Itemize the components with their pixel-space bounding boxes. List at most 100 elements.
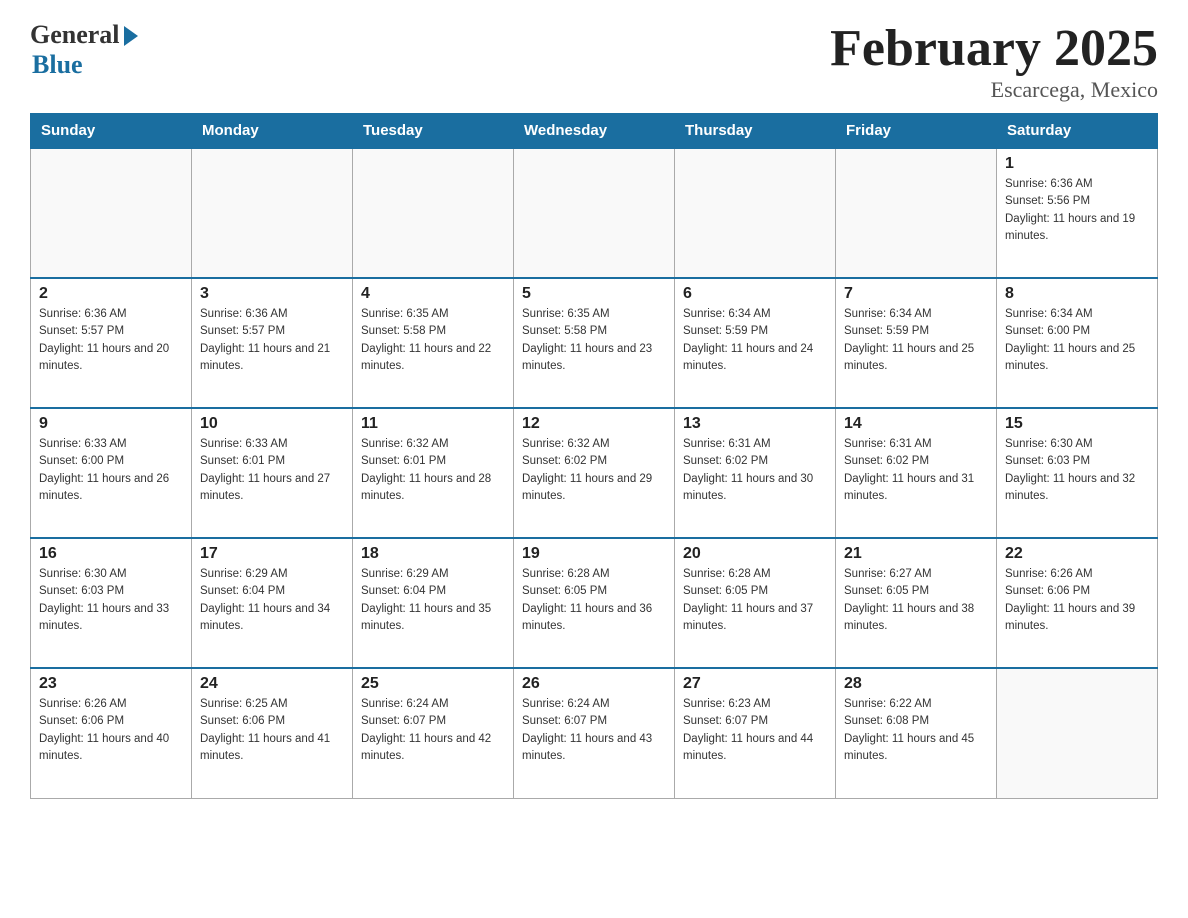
day-info: Sunrise: 6:36 AMSunset: 5:56 PMDaylight:…: [1005, 176, 1149, 245]
day-number: 27: [683, 675, 827, 693]
calendar-cell: 27 Sunrise: 6:23 AMSunset: 6:07 PMDayligh…: [675, 668, 836, 798]
day-number: 16: [39, 545, 183, 563]
day-number: 19: [522, 545, 666, 563]
calendar-cell: 12Sunrise: 6:32 AMSunset: 6:02 PMDayligh…: [514, 408, 675, 538]
day-info: Sunrise: 6:34 AMSunset: 6:00 PMDaylight:…: [1005, 306, 1149, 375]
day-info: Sunrise: 6:30 AMSunset: 6:03 PMDaylight:…: [39, 566, 183, 635]
day-number: 25: [361, 675, 505, 693]
day-number: 20: [683, 545, 827, 563]
day-number: 26: [522, 675, 666, 693]
logo-arrow-icon: [124, 26, 138, 46]
logo-blue-text: Blue: [32, 50, 83, 80]
column-header-tuesday: Tuesday: [353, 114, 514, 149]
week-row-1: 1 Sunrise: 6:36 AMSunset: 5:56 PMDaylight…: [31, 148, 1158, 278]
page-header: General Blue February 2025 Escarcega, Me…: [30, 20, 1158, 103]
column-header-thursday: Thursday: [675, 114, 836, 149]
day-number: 11: [361, 415, 505, 433]
day-info: Sunrise: 6:33 AMSunset: 6:00 PMDaylight:…: [39, 436, 183, 505]
calendar-cell: 23 Sunrise: 6:26 AMSunset: 6:06 PMDayligh…: [31, 668, 192, 798]
week-row-4: 16 Sunrise: 6:30 AMSunset: 6:03 PMDayligh…: [31, 538, 1158, 668]
calendar-cell: 26 Sunrise: 6:24 AMSunset: 6:07 PMDayligh…: [514, 668, 675, 798]
day-info: Sunrise: 6:32 AMSunset: 6:02 PMDaylight:…: [522, 436, 666, 505]
day-number: 2: [39, 285, 183, 303]
calendar-cell: 25 Sunrise: 6:24 AMSunset: 6:07 PMDayligh…: [353, 668, 514, 798]
day-number: 10: [200, 415, 344, 433]
calendar-cell: [836, 148, 997, 278]
day-number: 6: [683, 285, 827, 303]
calendar-cell: 1 Sunrise: 6:36 AMSunset: 5:56 PMDaylight…: [997, 148, 1158, 278]
day-info: Sunrise: 6:24 AMSunset: 6:07 PMDaylight:…: [522, 696, 666, 765]
day-info: Sunrise: 6:31 AMSunset: 6:02 PMDaylight:…: [844, 436, 988, 505]
day-info: Sunrise: 6:34 AMSunset: 5:59 PMDaylight:…: [683, 306, 827, 375]
calendar-cell: 24 Sunrise: 6:25 AMSunset: 6:06 PMDayligh…: [192, 668, 353, 798]
day-info: Sunrise: 6:26 AMSunset: 6:06 PMDaylight:…: [39, 696, 183, 765]
day-number: 15: [1005, 415, 1149, 433]
calendar-cell: 11 Sunrise: 6:32 AMSunset: 6:01 PMDayligh…: [353, 408, 514, 538]
day-info: Sunrise: 6:24 AMSunset: 6:07 PMDaylight:…: [361, 696, 505, 765]
day-info: Sunrise: 6:36 AMSunset: 5:57 PMDaylight:…: [200, 306, 344, 375]
day-number: 9: [39, 415, 183, 433]
day-number: 3: [200, 285, 344, 303]
calendar-cell: [514, 148, 675, 278]
day-number: 5: [522, 285, 666, 303]
day-info: Sunrise: 6:26 AMSunset: 6:06 PMDaylight:…: [1005, 566, 1149, 635]
calendar-cell: 7Sunrise: 6:34 AMSunset: 5:59 PMDaylight…: [836, 278, 997, 408]
day-info: Sunrise: 6:28 AMSunset: 6:05 PMDaylight:…: [683, 566, 827, 635]
day-info: Sunrise: 6:33 AMSunset: 6:01 PMDaylight:…: [200, 436, 344, 505]
day-info: Sunrise: 6:36 AMSunset: 5:57 PMDaylight:…: [39, 306, 183, 375]
calendar-cell: [31, 148, 192, 278]
calendar-cell: 4 Sunrise: 6:35 AMSunset: 5:58 PMDaylight…: [353, 278, 514, 408]
day-info: Sunrise: 6:28 AMSunset: 6:05 PMDaylight:…: [522, 566, 666, 635]
calendar-cell: 3 Sunrise: 6:36 AMSunset: 5:57 PMDaylight…: [192, 278, 353, 408]
calendar-cell: 15 Sunrise: 6:30 AMSunset: 6:03 PMDayligh…: [997, 408, 1158, 538]
day-info: Sunrise: 6:25 AMSunset: 6:06 PMDaylight:…: [200, 696, 344, 765]
day-info: Sunrise: 6:34 AMSunset: 5:59 PMDaylight:…: [844, 306, 988, 375]
calendar-cell: [353, 148, 514, 278]
calendar-cell: 8 Sunrise: 6:34 AMSunset: 6:00 PMDaylight…: [997, 278, 1158, 408]
column-header-monday: Monday: [192, 114, 353, 149]
location-text: Escarcega, Mexico: [830, 77, 1158, 103]
calendar-cell: 14 Sunrise: 6:31 AMSunset: 6:02 PMDayligh…: [836, 408, 997, 538]
day-number: 24: [200, 675, 344, 693]
week-row-3: 9 Sunrise: 6:33 AMSunset: 6:00 PMDaylight…: [31, 408, 1158, 538]
calendar-cell: 20 Sunrise: 6:28 AMSunset: 6:05 PMDayligh…: [675, 538, 836, 668]
calendar-cell: 9 Sunrise: 6:33 AMSunset: 6:00 PMDaylight…: [31, 408, 192, 538]
day-info: Sunrise: 6:23 AMSunset: 6:07 PMDaylight:…: [683, 696, 827, 765]
day-info: Sunrise: 6:35 AMSunset: 5:58 PMDaylight:…: [522, 306, 666, 375]
day-info: Sunrise: 6:35 AMSunset: 5:58 PMDaylight:…: [361, 306, 505, 375]
calendar-cell: 13 Sunrise: 6:31 AMSunset: 6:02 PMDayligh…: [675, 408, 836, 538]
column-header-sunday: Sunday: [31, 114, 192, 149]
day-info: Sunrise: 6:30 AMSunset: 6:03 PMDaylight:…: [1005, 436, 1149, 505]
column-header-friday: Friday: [836, 114, 997, 149]
calendar-cell: 18 Sunrise: 6:29 AMSunset: 6:04 PMDayligh…: [353, 538, 514, 668]
day-number: 23: [39, 675, 183, 693]
day-number: 8: [1005, 285, 1149, 303]
day-number: 28: [844, 675, 988, 693]
day-number: 13: [683, 415, 827, 433]
logo: General Blue: [30, 20, 138, 80]
day-number: 18: [361, 545, 505, 563]
calendar-cell: 16 Sunrise: 6:30 AMSunset: 6:03 PMDayligh…: [31, 538, 192, 668]
calendar-cell: 22 Sunrise: 6:26 AMSunset: 6:06 PMDayligh…: [997, 538, 1158, 668]
calendar-cell: 10 Sunrise: 6:33 AMSunset: 6:01 PMDayligh…: [192, 408, 353, 538]
day-number: 17: [200, 545, 344, 563]
calendar-cell: [997, 668, 1158, 798]
day-number: 4: [361, 285, 505, 303]
calendar-cell: 6 Sunrise: 6:34 AMSunset: 5:59 PMDaylight…: [675, 278, 836, 408]
day-number: 1: [1005, 155, 1149, 173]
day-info: Sunrise: 6:29 AMSunset: 6:04 PMDaylight:…: [361, 566, 505, 635]
calendar-cell: 21Sunrise: 6:27 AMSunset: 6:05 PMDayligh…: [836, 538, 997, 668]
calendar-header-row: SundayMondayTuesdayWednesdayThursdayFrid…: [31, 114, 1158, 149]
calendar-cell: [675, 148, 836, 278]
title-section: February 2025 Escarcega, Mexico: [830, 20, 1158, 103]
day-number: 22: [1005, 545, 1149, 563]
calendar-cell: [192, 148, 353, 278]
calendar-cell: 2 Sunrise: 6:36 AMSunset: 5:57 PMDaylight…: [31, 278, 192, 408]
day-info: Sunrise: 6:29 AMSunset: 6:04 PMDaylight:…: [200, 566, 344, 635]
day-info: Sunrise: 6:31 AMSunset: 6:02 PMDaylight:…: [683, 436, 827, 505]
calendar-cell: 5 Sunrise: 6:35 AMSunset: 5:58 PMDaylight…: [514, 278, 675, 408]
column-header-saturday: Saturday: [997, 114, 1158, 149]
day-info: Sunrise: 6:32 AMSunset: 6:01 PMDaylight:…: [361, 436, 505, 505]
day-number: 21: [844, 545, 988, 563]
day-number: 14: [844, 415, 988, 433]
